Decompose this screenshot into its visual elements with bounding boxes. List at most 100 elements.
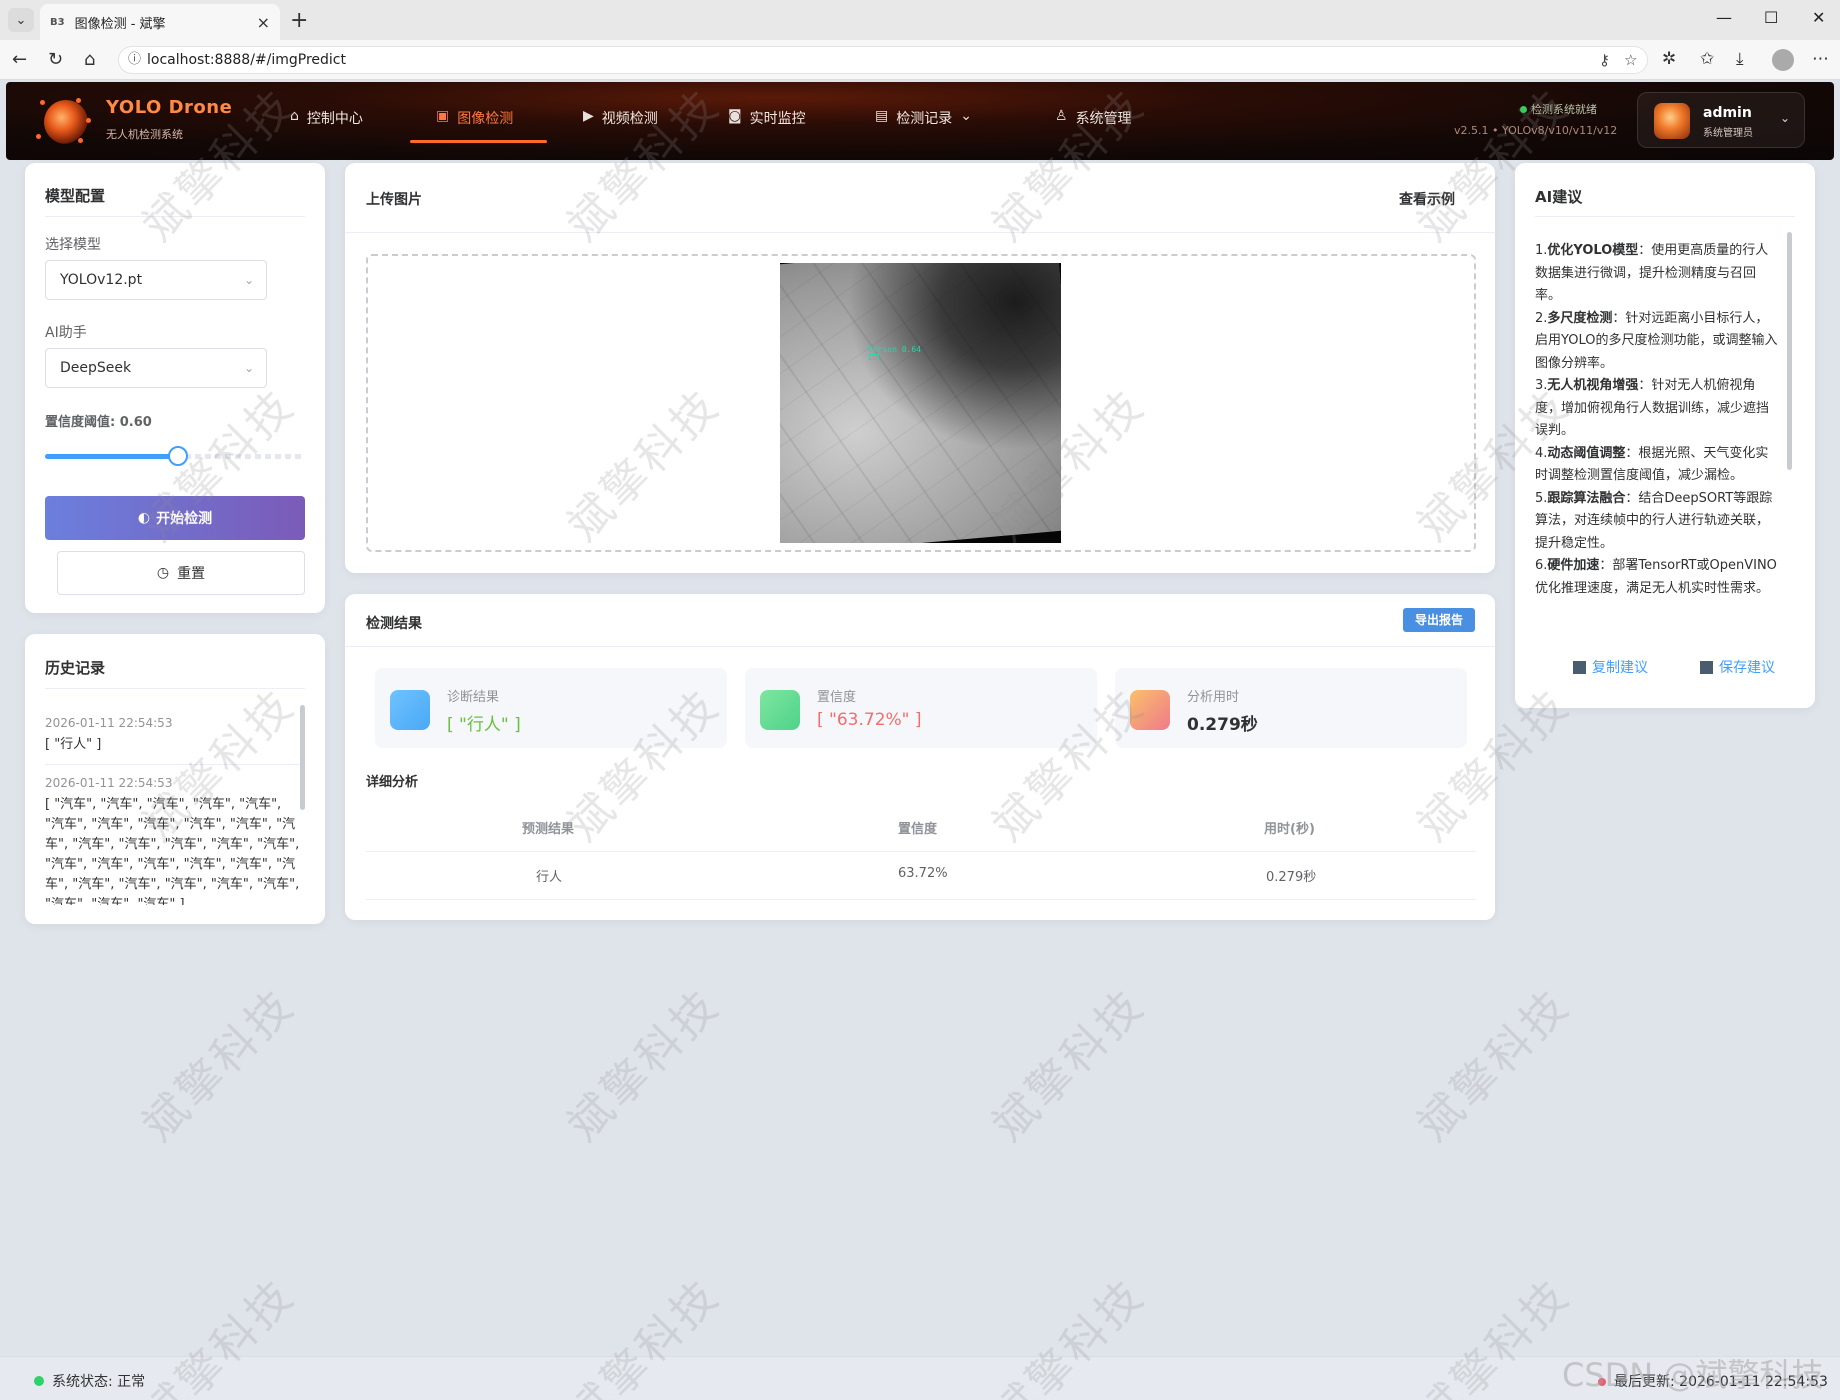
history-value[interactable]: [ "汽车", "汽车", "汽车", "汽车", "汽车", "汽车", "汽… xyxy=(45,795,300,905)
upload-title: 上传图片 xyxy=(366,192,422,208)
nav-control-center[interactable]: ⌂ 控制中心 xyxy=(290,108,363,160)
ai-suggestion-title: AI建议 xyxy=(1535,188,1583,206)
more-menu-icon[interactable]: ⋯ xyxy=(1812,49,1829,69)
status-bar: 系统状态: 正常 最后更新: 2026-01-11 22:54:53 xyxy=(0,1356,1840,1400)
play-circle-icon: ▶ xyxy=(583,108,594,124)
threshold-slider-thumb[interactable] xyxy=(168,446,188,466)
nav-video-detection[interactable]: ▶ 视频检测 xyxy=(583,108,658,160)
save-label: 保存建议 xyxy=(1719,660,1775,676)
watermark: 斌擎科技 xyxy=(983,979,1156,1152)
user-menu[interactable]: admin 系统管理员 ⌄ xyxy=(1637,92,1805,148)
home-browser-icon[interactable]: ⌂ xyxy=(84,49,95,70)
status-dot xyxy=(1598,1378,1606,1386)
model-select[interactable]: YOLOv12.pt ⌄ xyxy=(45,260,267,300)
threshold-slider-fill xyxy=(45,454,178,459)
history-title: 历史记录 xyxy=(45,659,106,677)
view-example-link[interactable]: 查看示例 xyxy=(1399,189,1455,209)
minimize-icon[interactable]: — xyxy=(1716,8,1732,27)
nav-image-detection[interactable]: ▣ 图像检测 xyxy=(436,108,513,160)
results-title: 检测结果 xyxy=(366,616,422,632)
window-close-icon[interactable]: ✕ xyxy=(1812,8,1825,27)
table-header: 置信度 xyxy=(898,822,938,837)
favorite-star-icon[interactable]: ☆ xyxy=(1624,47,1637,73)
suggestion-heading: 硬件加速 xyxy=(1547,558,1600,573)
divider xyxy=(345,232,1495,233)
model-config-card xyxy=(25,163,325,613)
last-update: 最后更新: 2026-01-11 22:54:53 xyxy=(1598,1371,1828,1391)
confidence-icon xyxy=(760,690,800,730)
history-scrollbar[interactable] xyxy=(300,705,305,810)
export-report-button[interactable]: 导出报告 xyxy=(1403,608,1475,632)
ai-scrollbar[interactable] xyxy=(1787,232,1792,470)
brand-subtitle: 无人机检测系统 xyxy=(106,128,183,141)
nav-label: 系统管理 xyxy=(1075,111,1132,127)
reset-button[interactable]: ◷ 重置 xyxy=(57,551,305,595)
reload-icon[interactable]: ↻ xyxy=(48,49,63,70)
stat-confidence: 置信度 [ "63.72%" ] xyxy=(745,668,1097,748)
copy-suggestion-button[interactable]: 复制建议 xyxy=(1573,657,1648,677)
watermark: 斌擎科技 xyxy=(1408,979,1581,1152)
last-update-text: 最后更新: 2026-01-11 22:54:53 xyxy=(1614,1374,1828,1390)
tab-list-chevron-icon[interactable]: ⌄ xyxy=(8,8,34,32)
chevron-down-icon: ⌄ xyxy=(960,108,972,124)
watermark: 斌擎科技 xyxy=(133,979,306,1152)
history-time: 2026-01-11 22:54:53 xyxy=(45,716,173,730)
divider xyxy=(366,899,1476,900)
status-dot xyxy=(34,1376,44,1386)
suggestion-heading: 优化YOLO模型 xyxy=(1547,243,1639,258)
favorites-icon[interactable]: ✩ xyxy=(1700,49,1714,69)
version-text: v2.5.1 • YOLOv8/v10/v11/v12 xyxy=(1454,124,1618,137)
ai-suggestion-item: 3.无人机视角增强：针对无人机俯视角度，增加俯视角行人数据训练，减少遮挡误判。 xyxy=(1535,375,1780,443)
site-info-icon[interactable]: ⓘ xyxy=(128,47,141,73)
ai-assistant-select[interactable]: DeepSeek ⌄ xyxy=(45,348,267,388)
stat-label: 诊断结果 xyxy=(447,690,500,705)
home-icon: ⌂ xyxy=(290,108,299,124)
model-select-value: YOLOv12.pt xyxy=(60,272,143,288)
new-tab-icon[interactable]: + xyxy=(290,8,308,33)
logo-dot xyxy=(86,118,91,123)
suggestion-number: 3. xyxy=(1535,378,1548,393)
chevron-down-icon: ⌄ xyxy=(243,361,254,375)
downloads-icon[interactable]: ⤓ xyxy=(1736,49,1744,69)
browser-tab[interactable]: B3 图像检测 - 斌擎 × xyxy=(40,4,280,40)
diagnosis-icon xyxy=(390,690,430,730)
start-detection-button[interactable]: ◐ 开始检测 xyxy=(45,496,305,540)
divider xyxy=(45,688,305,689)
maximize-icon[interactable]: ☐ xyxy=(1764,8,1778,27)
divider xyxy=(345,646,1495,647)
history-value[interactable]: [ "行人" ] xyxy=(45,735,300,755)
key-icon[interactable]: ⚷ xyxy=(1599,47,1610,73)
detection-image xyxy=(780,263,1061,543)
detection-bounding-box xyxy=(869,354,879,360)
browser-toolbar: ← ↻ ⌂ ⓘ localhost:8888/#/imgPredict ⚷ ☆ … xyxy=(0,40,1840,80)
stat-value: [ "行人" ] xyxy=(447,715,521,735)
detection-box-label: Person 0.64 xyxy=(868,345,921,354)
suggestion-heading: 多尺度检测 xyxy=(1547,310,1613,326)
nav-label: 视频检测 xyxy=(601,111,658,127)
profile-avatar-icon[interactable] xyxy=(1772,49,1794,71)
image-icon: ▣ xyxy=(436,108,450,124)
address-bar[interactable]: ⓘ localhost:8888/#/imgPredict ⚷ ☆ xyxy=(118,46,1648,74)
loading-icon: ◐ xyxy=(137,510,151,526)
extensions-icon[interactable]: ✲ xyxy=(1662,49,1676,69)
nav-label: 实时监控 xyxy=(749,111,806,127)
nav-active-underline xyxy=(410,140,547,143)
suggestion-number: 2. xyxy=(1535,310,1548,326)
ai-suggestion-item: 1.优化YOLO模型：使用更高质量的行人数据集进行微调，提升检测精度与召回率。 xyxy=(1535,240,1780,308)
detail-analysis-title: 详细分析 xyxy=(366,775,419,790)
back-icon[interactable]: ← xyxy=(12,49,27,70)
history-time: 2026-01-11 22:54:53 xyxy=(45,776,173,790)
system-ready-status: 检测系统就绪 xyxy=(1520,101,1597,117)
copy-icon xyxy=(1573,660,1586,674)
nav-realtime-monitor[interactable]: ◙ 实时监控 xyxy=(728,108,806,160)
threshold-label: 置信度阈值: 0.60 xyxy=(45,415,152,430)
camera-icon: ◙ xyxy=(728,108,742,124)
browser-tab-bar: ⌄ B3 图像检测 - 斌擎 × + — ☐ ✕ xyxy=(0,0,1840,40)
nav-detection-records[interactable]: ▤ 检测记录 ⌄ xyxy=(875,108,972,160)
suggestion-number: 6. xyxy=(1535,558,1548,573)
start-button-label: 开始检测 xyxy=(156,511,213,527)
save-suggestion-button[interactable]: 保存建议 xyxy=(1700,657,1775,677)
ai-suggestion-list: 1.优化YOLO模型：使用更高质量的行人数据集进行微调，提升检测精度与召回率。 2… xyxy=(1535,240,1780,632)
nav-system-management[interactable]: ♙ 系统管理 xyxy=(1055,108,1132,160)
tab-close-icon[interactable]: × xyxy=(257,13,270,32)
